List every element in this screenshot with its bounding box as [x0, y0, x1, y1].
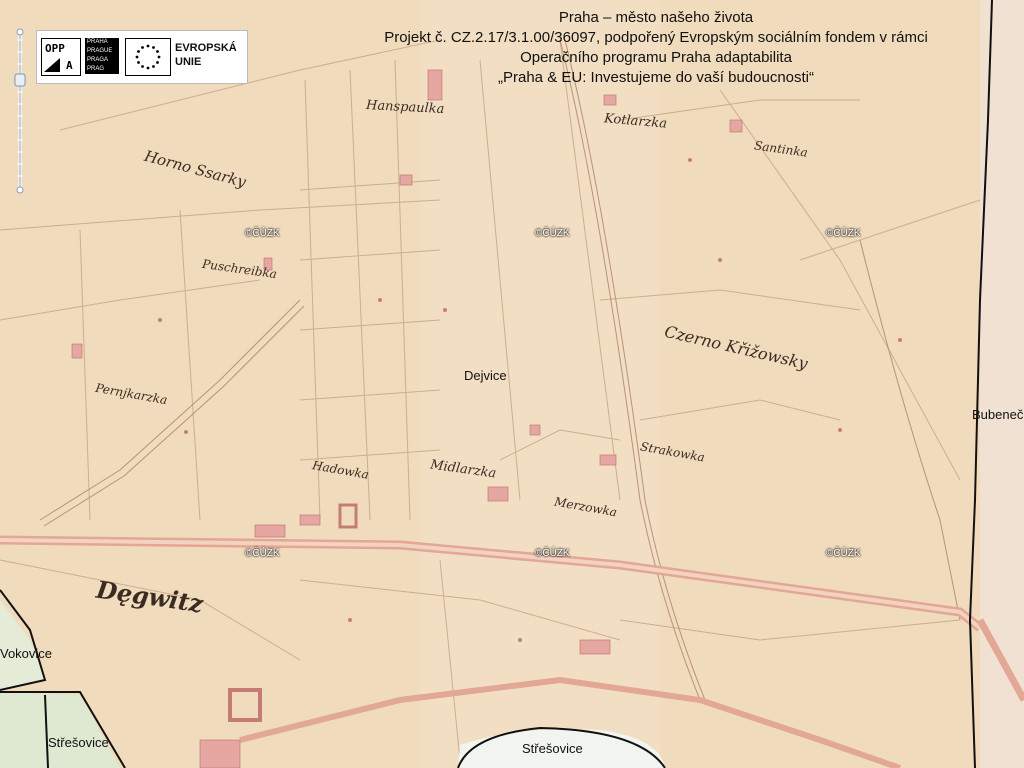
watermark: ©ČÚZK	[245, 228, 280, 239]
header-programme: Operačního programu Praha adaptabilita	[520, 49, 792, 66]
label-stresovice-bottom: Střešovice	[522, 741, 583, 756]
label-dejvice: Dejvice	[464, 368, 507, 383]
zoom-slider[interactable]	[14, 28, 26, 196]
watermark: ©ČÚZK	[535, 548, 570, 559]
eu-text-line2: UNIE	[175, 56, 202, 68]
praha-logo-line: PRAGUE	[87, 48, 113, 54]
oppa-eu-logo: OPP A PRAHA PRAGUE PRAGA PRAG EVROPSKÁ U…	[36, 30, 248, 84]
label-vokovice: Vokovice	[0, 646, 53, 661]
oppa-logo-top: OPP	[45, 42, 65, 55]
header-project: Projekt č. CZ.2.17/3.1.00/36097, podpoře…	[384, 29, 928, 46]
cadastral-map[interactable]	[0, 0, 1024, 768]
watermark: ©ČÚZK	[826, 548, 861, 559]
praha-logo-line: PRAHA	[87, 39, 108, 45]
label-bubenec: Bubeneč	[972, 407, 1024, 422]
eu-text: EVROPSKÁ UNIE	[175, 41, 237, 69]
watermark: ©ČÚZK	[826, 228, 861, 239]
eu-text-line1: EVROPSKÁ	[175, 42, 237, 54]
praha-logo: PRAHA PRAGUE PRAGA PRAG	[85, 38, 119, 74]
watermark: ©ČÚZK	[535, 228, 570, 239]
praha-logo-line: PRAG	[87, 66, 105, 72]
header-title: Praha – město našeho života	[558, 9, 754, 26]
eu-flag-icon	[125, 38, 171, 76]
page-header: Praha – město našeho života Projekt č. C…	[300, 8, 1012, 88]
watermark: ©ČÚZK	[245, 548, 280, 559]
header-slogan: „Praha & EU: Investujeme do vaší budoucn…	[498, 69, 814, 86]
oppa-logo: OPP A	[41, 38, 81, 76]
label-stresovice-left: Střešovice	[48, 735, 109, 750]
oppa-logo-bottom: A	[66, 59, 73, 72]
praha-logo-line: PRAGA	[87, 57, 109, 63]
